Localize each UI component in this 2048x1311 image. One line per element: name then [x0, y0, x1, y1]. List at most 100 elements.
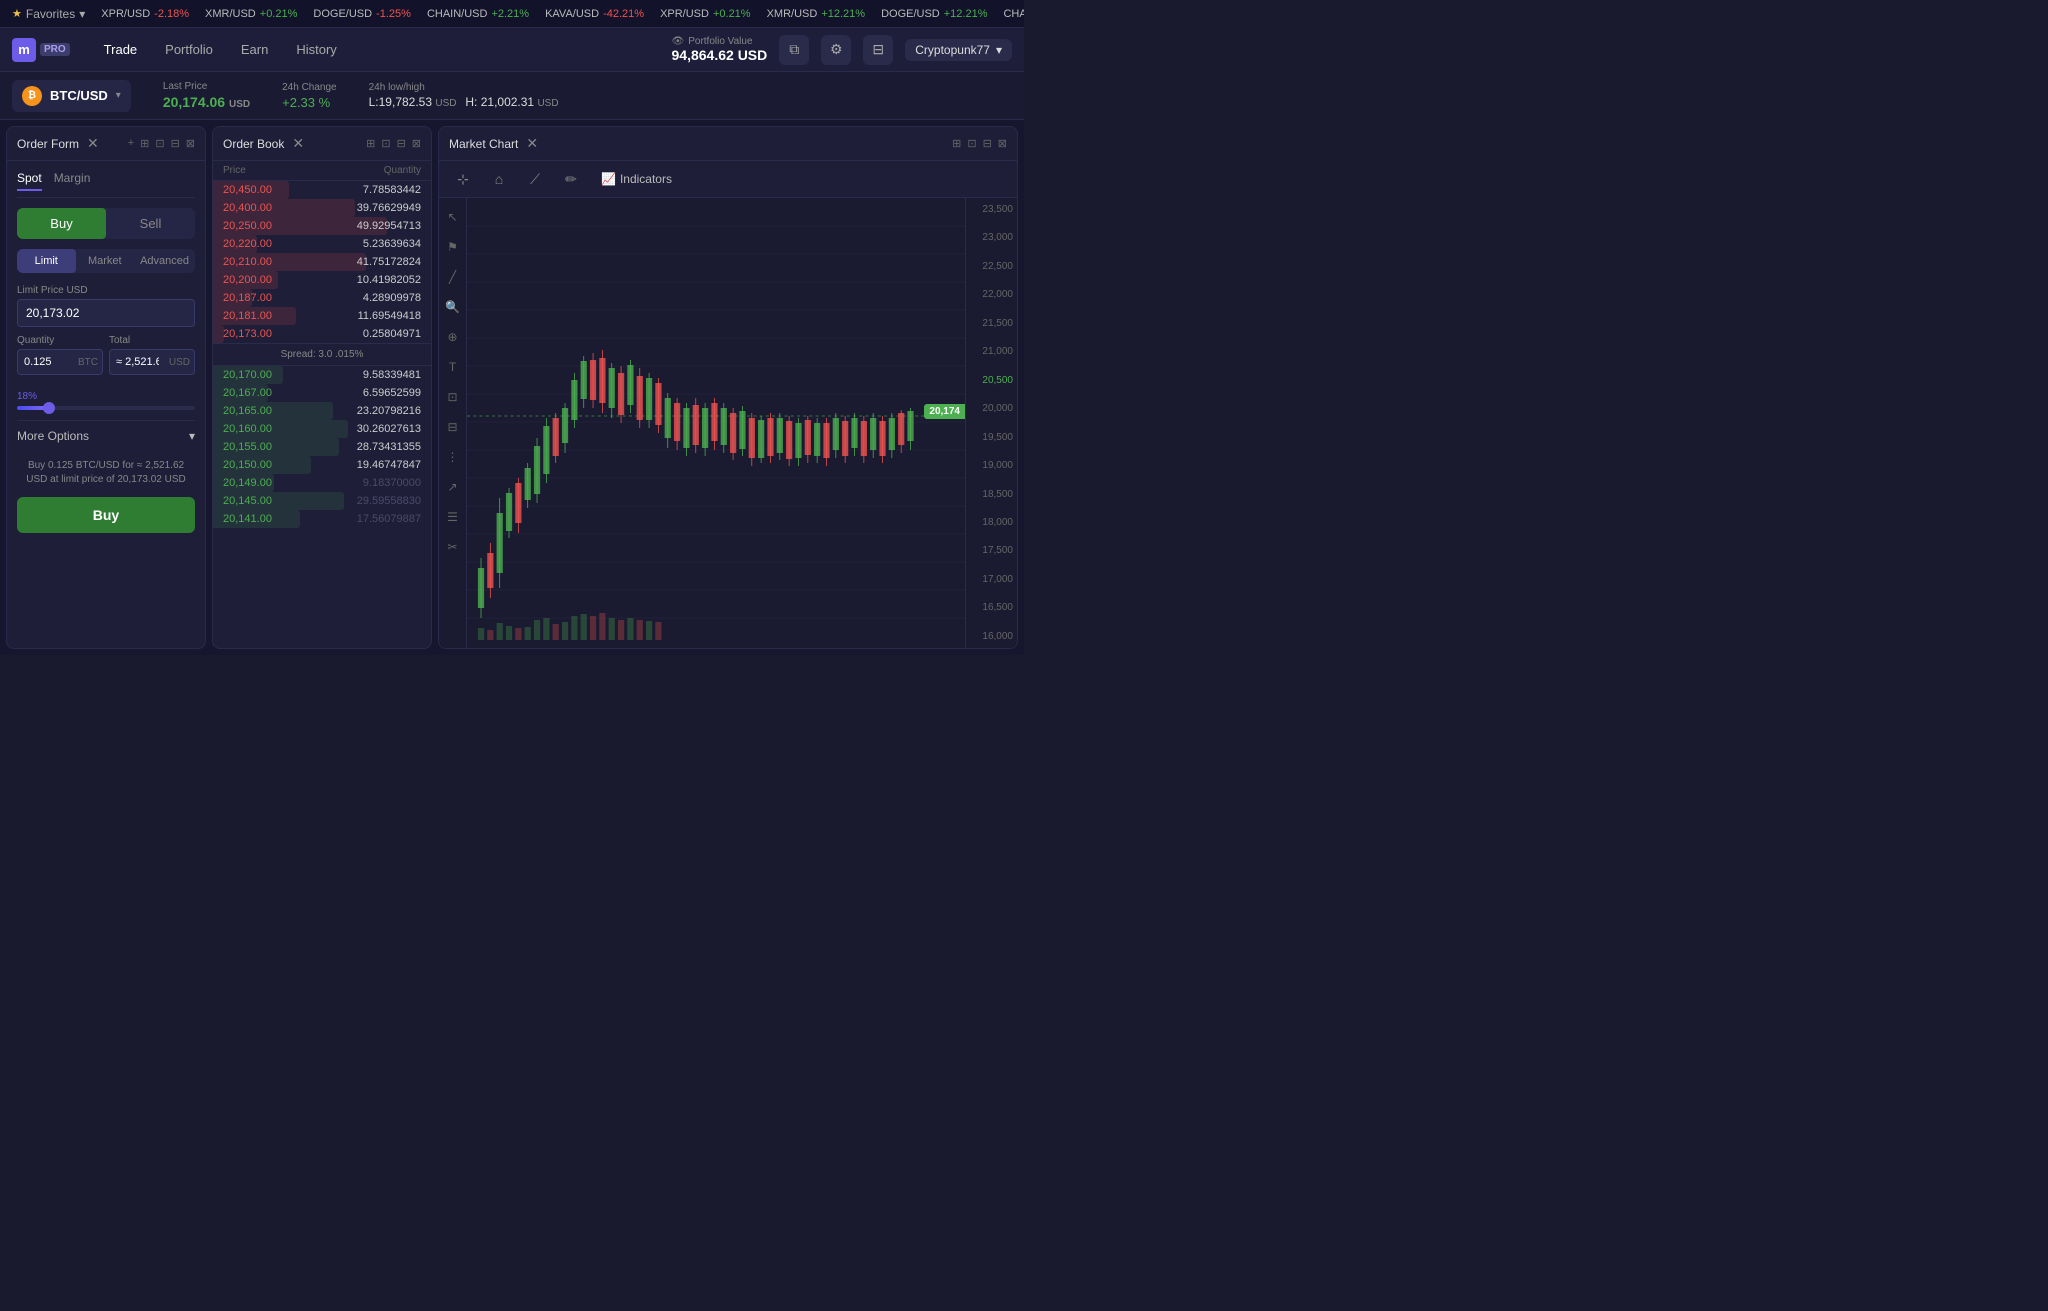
market-chart-header: Market Chart ✕ ⊞ ⊡ ⊟ ⊠: [439, 127, 1017, 161]
nav-earn[interactable]: Earn: [231, 36, 278, 63]
favorites-button[interactable]: ★ Favorites ▾: [12, 7, 85, 21]
instrument-pair: BTC/USD: [50, 88, 108, 103]
market-tab[interactable]: Market: [76, 249, 135, 273]
chart-sidebar-tools: ↖ ⚑ ╱ 🔍 ⊕ T ⊡ ⊟ ⋮ ↗ ☰ ✂: [439, 198, 467, 648]
change-label: 24h Change: [282, 82, 337, 93]
buy-button[interactable]: Buy: [17, 497, 195, 533]
instrument-selector[interactable]: ₿ BTC/USD ▾: [12, 80, 131, 112]
last-price-info: Last Price 20,174.06 USD: [163, 81, 250, 110]
sidebar-fib-icon[interactable]: ⋮: [442, 446, 464, 468]
portfolio-amount: 94,864.62 USD: [672, 47, 768, 63]
price-tick: 18,000: [968, 517, 1013, 528]
margin-tab[interactable]: Margin: [54, 171, 91, 191]
sidebar-info-icon[interactable]: ☰: [442, 506, 464, 528]
table-row: 20,145.00 29.59558830: [213, 492, 431, 510]
sidebar-bar-icon[interactable]: ⊟: [442, 416, 464, 438]
order-form-panel: Order Form ✕ + ⊞ ⊡ ⊟ ⊠ Spot Margin Buy S…: [6, 126, 206, 649]
list-item[interactable]: XPR/USD +0.21%: [660, 8, 751, 20]
advanced-tab[interactable]: Advanced: [134, 249, 195, 273]
change-value: +2.33 %: [282, 95, 337, 110]
settings-gear-button[interactable]: ⚙: [821, 35, 851, 65]
ob-panel-icon4[interactable]: ⊠: [412, 137, 421, 150]
sidebar-ruler-icon[interactable]: ⊕: [442, 326, 464, 348]
panel-add-icon[interactable]: +: [128, 137, 134, 150]
limit-price-label: Limit Price USD: [17, 285, 195, 296]
chart-area: ↖ ⚑ ╱ 🔍 ⊕ T ⊡ ⊟ ⋮ ↗ ☰ ✂: [439, 198, 1017, 648]
list-item[interactable]: DOGE/USD +12.21%: [881, 8, 987, 20]
list-item[interactable]: KAVA/USD -42.21%: [545, 8, 644, 20]
total-input[interactable]: [110, 350, 165, 374]
chart-panel-icon2[interactable]: ⊡: [967, 137, 976, 150]
sell-tab[interactable]: Sell: [106, 208, 195, 239]
more-options-toggle[interactable]: More Options ▾: [17, 420, 195, 451]
logo: m PRO: [12, 38, 70, 62]
sidebar-scissors-icon[interactable]: ✂: [442, 536, 464, 558]
price-tick: 17,500: [968, 545, 1013, 556]
slider-track[interactable]: [17, 406, 195, 410]
lowhigh-info: 24h low/high L:19,782.53 USD H: 21,002.3…: [369, 82, 559, 109]
order-form-close-button[interactable]: ✕: [85, 135, 101, 152]
eye-icon[interactable]: 👁: [672, 36, 685, 47]
panel-icon1[interactable]: ⊞: [140, 137, 149, 150]
list-item[interactable]: XPR/USD -2.18%: [101, 8, 189, 20]
table-row: 20,210.00 41.75172824: [213, 253, 431, 271]
pencil-tool-button[interactable]: ✏: [557, 165, 585, 193]
favorites-chevron: ▾: [79, 7, 85, 21]
order-book-close-button[interactable]: ✕: [290, 135, 306, 152]
sidebar-pin-icon[interactable]: ⊡: [442, 386, 464, 408]
ob-panel-icon1[interactable]: ⊞: [366, 137, 375, 150]
list-item[interactable]: XMR/USD +0.21%: [205, 8, 297, 20]
spot-tab[interactable]: Spot: [17, 171, 42, 191]
panel-icon3[interactable]: ⊟: [171, 137, 180, 150]
price-tick: 23,500: [968, 204, 1013, 215]
quantity-suffix: BTC: [74, 357, 102, 368]
logo-icon: m: [12, 38, 36, 62]
price-tick: 21,000: [968, 346, 1013, 357]
lowhigh-label: 24h low/high: [369, 82, 559, 93]
sliders-button[interactable]: ⊟: [863, 35, 893, 65]
buy-sell-tabs: Buy Sell: [17, 208, 195, 239]
username: Cryptopunk77: [915, 43, 990, 57]
price-tick: 22,500: [968, 261, 1013, 272]
user-menu[interactable]: Cryptopunk77 ▾: [905, 39, 1012, 61]
copy-button[interactable]: ⧉: [779, 35, 809, 65]
table-row: 20,450.00 7.78583442: [213, 181, 431, 199]
list-item[interactable]: CHAIN/USD +12.21%: [1003, 8, 1024, 20]
order-form-content: Spot Margin Buy Sell Limit Market Advanc…: [7, 161, 205, 648]
home-button[interactable]: ⌂: [485, 165, 513, 193]
limit-tab[interactable]: Limit: [17, 249, 76, 273]
quantity-input[interactable]: [18, 350, 74, 374]
chart-panel-icon4[interactable]: ⊠: [998, 137, 1007, 150]
total-input-group: USD: [109, 349, 195, 375]
sidebar-text-icon[interactable]: T: [442, 356, 464, 378]
nav-portfolio[interactable]: Portfolio: [155, 36, 223, 63]
limit-price-input[interactable]: [18, 300, 189, 326]
sidebar-line-icon[interactable]: ╱: [442, 266, 464, 288]
chart-panel-icon1[interactable]: ⊞: [952, 137, 961, 150]
line-tool-button[interactable]: ⟋: [521, 165, 549, 193]
nav-trade[interactable]: Trade: [94, 36, 147, 63]
market-chart-close-button[interactable]: ✕: [524, 135, 540, 152]
ob-panel-icon2[interactable]: ⊡: [381, 137, 390, 150]
panel-controls: + ⊞ ⊡ ⊟ ⊠: [128, 137, 195, 150]
list-item[interactable]: XMR/USD +12.21%: [767, 8, 865, 20]
sidebar-search-icon[interactable]: 🔍: [442, 296, 464, 318]
indicators-button[interactable]: 📈 Indicators: [593, 168, 680, 190]
list-item[interactable]: DOGE/USD -1.25%: [313, 8, 411, 20]
portfolio-value: 👁 Portfolio Value 94,864.62 USD: [672, 36, 768, 63]
chart-panel-icon3[interactable]: ⊟: [983, 137, 992, 150]
spread-value: Spread: 3.0 .015%: [281, 349, 364, 360]
order-book-title: Order Book: [223, 137, 284, 151]
panel-icon2[interactable]: ⊡: [155, 137, 164, 150]
quantity-input-group: BTC: [17, 349, 103, 375]
buy-tab[interactable]: Buy: [17, 208, 106, 239]
sidebar-cursor-icon[interactable]: ↖: [442, 206, 464, 228]
sidebar-flag-icon[interactable]: ⚑: [442, 236, 464, 258]
quantity-row: Quantity BTC Total USD: [17, 335, 195, 383]
sidebar-arrow-icon[interactable]: ↗: [442, 476, 464, 498]
nav-history[interactable]: History: [286, 36, 346, 63]
ob-panel-icon3[interactable]: ⊟: [397, 137, 406, 150]
cursor-tool-button[interactable]: ⊹: [449, 165, 477, 193]
list-item[interactable]: CHAIN/USD +2.21%: [427, 8, 529, 20]
panel-icon4[interactable]: ⊠: [186, 137, 195, 150]
